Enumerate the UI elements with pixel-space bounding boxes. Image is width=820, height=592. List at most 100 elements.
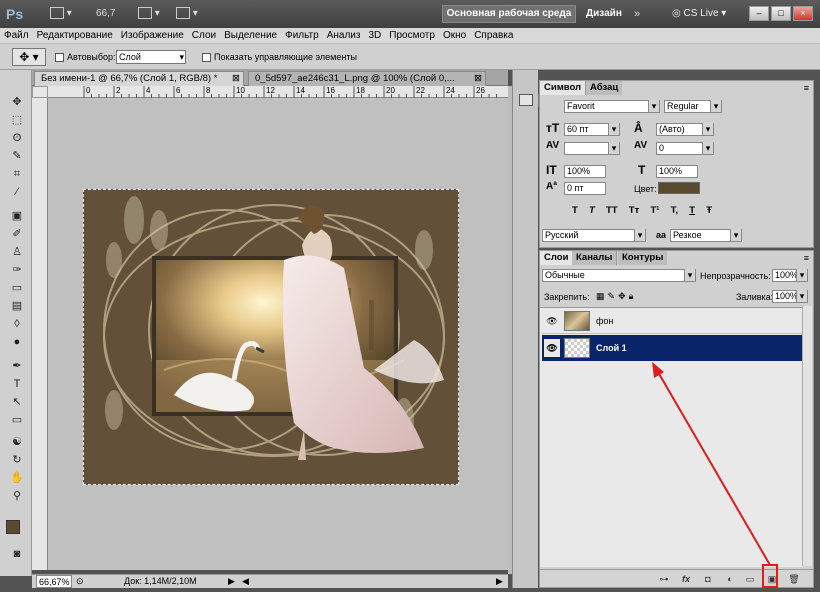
menu-layers[interactable]: Слои [188, 28, 220, 43]
close-icon[interactable]: ⊠ [232, 72, 240, 86]
maximize-button[interactable]: □ [771, 6, 791, 21]
move-tool-icon[interactable]: ✥ [9, 94, 25, 110]
crop-tool-icon[interactable]: ⌗ [9, 166, 25, 182]
pen-tool-icon[interactable]: ✒ [9, 358, 25, 374]
blur-tool-icon[interactable]: ◊ [9, 316, 25, 332]
tab-paragraph[interactable]: Абзац [586, 81, 623, 95]
history-brush-tool-icon[interactable]: ✑ [9, 262, 25, 278]
eraser-tool-icon[interactable]: ▭ [9, 280, 25, 296]
underline-button[interactable]: T [689, 205, 695, 216]
faux-bold-button[interactable]: T [572, 205, 578, 216]
move-tool-preset-picker[interactable]: ✥ ▾ [12, 48, 46, 66]
eye-icon[interactable]: 👁︎ [544, 312, 560, 330]
close-icon[interactable]: ⊠ [474, 72, 482, 86]
layer-row-background[interactable]: 👁︎ фон [542, 308, 803, 334]
screen-mode-button[interactable]: ▾ [176, 6, 198, 22]
lock-position-icon[interactable]: ✥ [618, 291, 629, 301]
3d-orbit-tool-icon[interactable]: ↻ [9, 452, 25, 468]
history-panel-icon[interactable] [519, 94, 533, 106]
antialias-dropdown[interactable]: Резкое [670, 229, 742, 242]
mask-icon[interactable]: ◘ [702, 573, 714, 585]
superscript-button[interactable]: T¹ [650, 205, 659, 216]
tracking-dropdown[interactable]: 0 [656, 142, 714, 155]
clone-stamp-tool-icon[interactable]: ♙ [9, 244, 25, 260]
blend-mode-dropdown[interactable]: Обычные [542, 269, 696, 282]
bridge-button[interactable]: ▾ [50, 6, 72, 22]
lock-paint-icon[interactable]: ✎ [608, 291, 619, 301]
font-style-dropdown[interactable]: Regular [664, 100, 722, 113]
layers-scrollbar[interactable] [802, 306, 812, 566]
text-color-swatch[interactable] [658, 182, 700, 194]
scroll-left-icon[interactable]: ◀ [242, 575, 249, 588]
eye-icon[interactable]: 👁︎ [544, 339, 560, 357]
shape-tool-icon[interactable]: ▭ [9, 412, 25, 428]
minimize-button[interactable]: – [749, 6, 769, 21]
healing-brush-tool-icon[interactable]: ▣ [9, 208, 25, 224]
zoom-field[interactable]: 66,67% [36, 575, 72, 588]
show-controls-checkbox[interactable] [202, 52, 211, 63]
marquee-tool-icon[interactable]: ⬚ [9, 112, 25, 128]
eyedropper-tool-icon[interactable]: ⁄ [9, 184, 25, 200]
link-icon[interactable]: ⊶ [658, 573, 670, 585]
vertical-scale-field[interactable]: 100% [564, 165, 606, 178]
status-icon[interactable]: ⊙ [76, 575, 84, 588]
zoom-level[interactable]: 66,7 [96, 6, 115, 22]
type-tool-icon[interactable]: T [9, 376, 25, 392]
lasso-tool-icon[interactable]: ʘ [9, 130, 25, 146]
small-caps-button[interactable]: Tт [629, 205, 639, 216]
fx-icon[interactable]: fx [680, 573, 692, 585]
baseline-shift-field[interactable]: 0 пт [564, 182, 606, 195]
workspace-design-button[interactable]: Дизайн [586, 6, 622, 22]
trash-icon[interactable]: 🗑︎ [788, 573, 800, 585]
menu-file[interactable]: Файл [0, 28, 33, 43]
close-button[interactable]: × [793, 6, 813, 21]
brush-tool-icon[interactable]: ✐ [9, 226, 25, 242]
arrange-documents-button[interactable]: ▾ [138, 6, 160, 22]
tab-untitled-1[interactable]: Без имени-1 @ 66,7% (Слой 1, RGB/8) * ⊠ [34, 71, 244, 86]
lock-all-icon[interactable]: 🔒︎ [629, 291, 637, 301]
hand-tool-icon[interactable]: ✋ [9, 470, 25, 486]
opacity-field[interactable]: 100% [772, 269, 808, 282]
menu-view[interactable]: Просмотр [385, 28, 439, 43]
strikethrough-button[interactable]: Ŧ [706, 205, 712, 216]
cs-live-button[interactable]: ◎ CS Live ▾ [672, 6, 726, 22]
menu-window[interactable]: Окно [439, 28, 470, 43]
status-menu-arrow-icon[interactable]: ▶ [228, 575, 235, 588]
faux-italic-button[interactable]: T [589, 205, 595, 216]
more-workspaces-button[interactable]: » [634, 6, 640, 22]
language-dropdown[interactable]: Русский [542, 229, 646, 242]
scroll-right-icon[interactable]: ▶ [496, 575, 503, 588]
font-size-dropdown[interactable]: 60 пт [564, 123, 620, 136]
autoselect-checkbox[interactable] [55, 52, 64, 63]
path-select-tool-icon[interactable]: ↖ [9, 394, 25, 410]
autoselect-dropdown[interactable]: Слой [116, 50, 186, 64]
kerning-dropdown[interactable] [564, 142, 620, 155]
subscript-button[interactable]: T, [671, 205, 678, 216]
document-canvas[interactable] [83, 189, 459, 485]
tab-character[interactable]: Символ [540, 81, 587, 95]
tab-channels[interactable]: Каналы [572, 251, 618, 265]
adjustment-icon[interactable]: ◐ [724, 573, 736, 585]
zoom-tool-icon[interactable]: ⚲ [9, 488, 25, 504]
fill-field[interactable]: 100% [772, 290, 808, 303]
menu-image[interactable]: Изображение [117, 28, 188, 43]
gradient-tool-icon[interactable]: ▤ [9, 298, 25, 314]
all-caps-button[interactable]: TT [606, 205, 618, 216]
tab-png-file[interactable]: 0_5d597_ae246c31_L.png @ 100% (Слой 0,..… [248, 71, 486, 86]
menu-analysis[interactable]: Анализ [323, 28, 365, 43]
layer-row-layer1[interactable]: 👁︎ Слой 1 [542, 335, 803, 361]
tab-paths[interactable]: Контуры [618, 251, 668, 265]
leading-dropdown[interactable]: (Авто) [656, 123, 714, 136]
dodge-tool-icon[interactable]: ● [9, 334, 25, 350]
foreground-color-swatch[interactable] [6, 520, 20, 534]
lock-transparency-icon[interactable]: ▦ [596, 291, 608, 301]
panel-menu-icon[interactable]: ≡ [804, 253, 809, 263]
tab-layers[interactable]: Слои [540, 251, 574, 265]
horizontal-scale-field[interactable]: 100% [656, 165, 698, 178]
menu-select[interactable]: Выделение [220, 28, 281, 43]
3d-rotate-tool-icon[interactable]: ☯ [9, 434, 25, 450]
ruler-origin[interactable] [32, 86, 48, 98]
folder-icon[interactable]: ▭ [744, 573, 756, 585]
panel-menu-icon[interactable]: ≡ [804, 83, 809, 93]
menu-edit[interactable]: Редактирование [33, 28, 117, 43]
